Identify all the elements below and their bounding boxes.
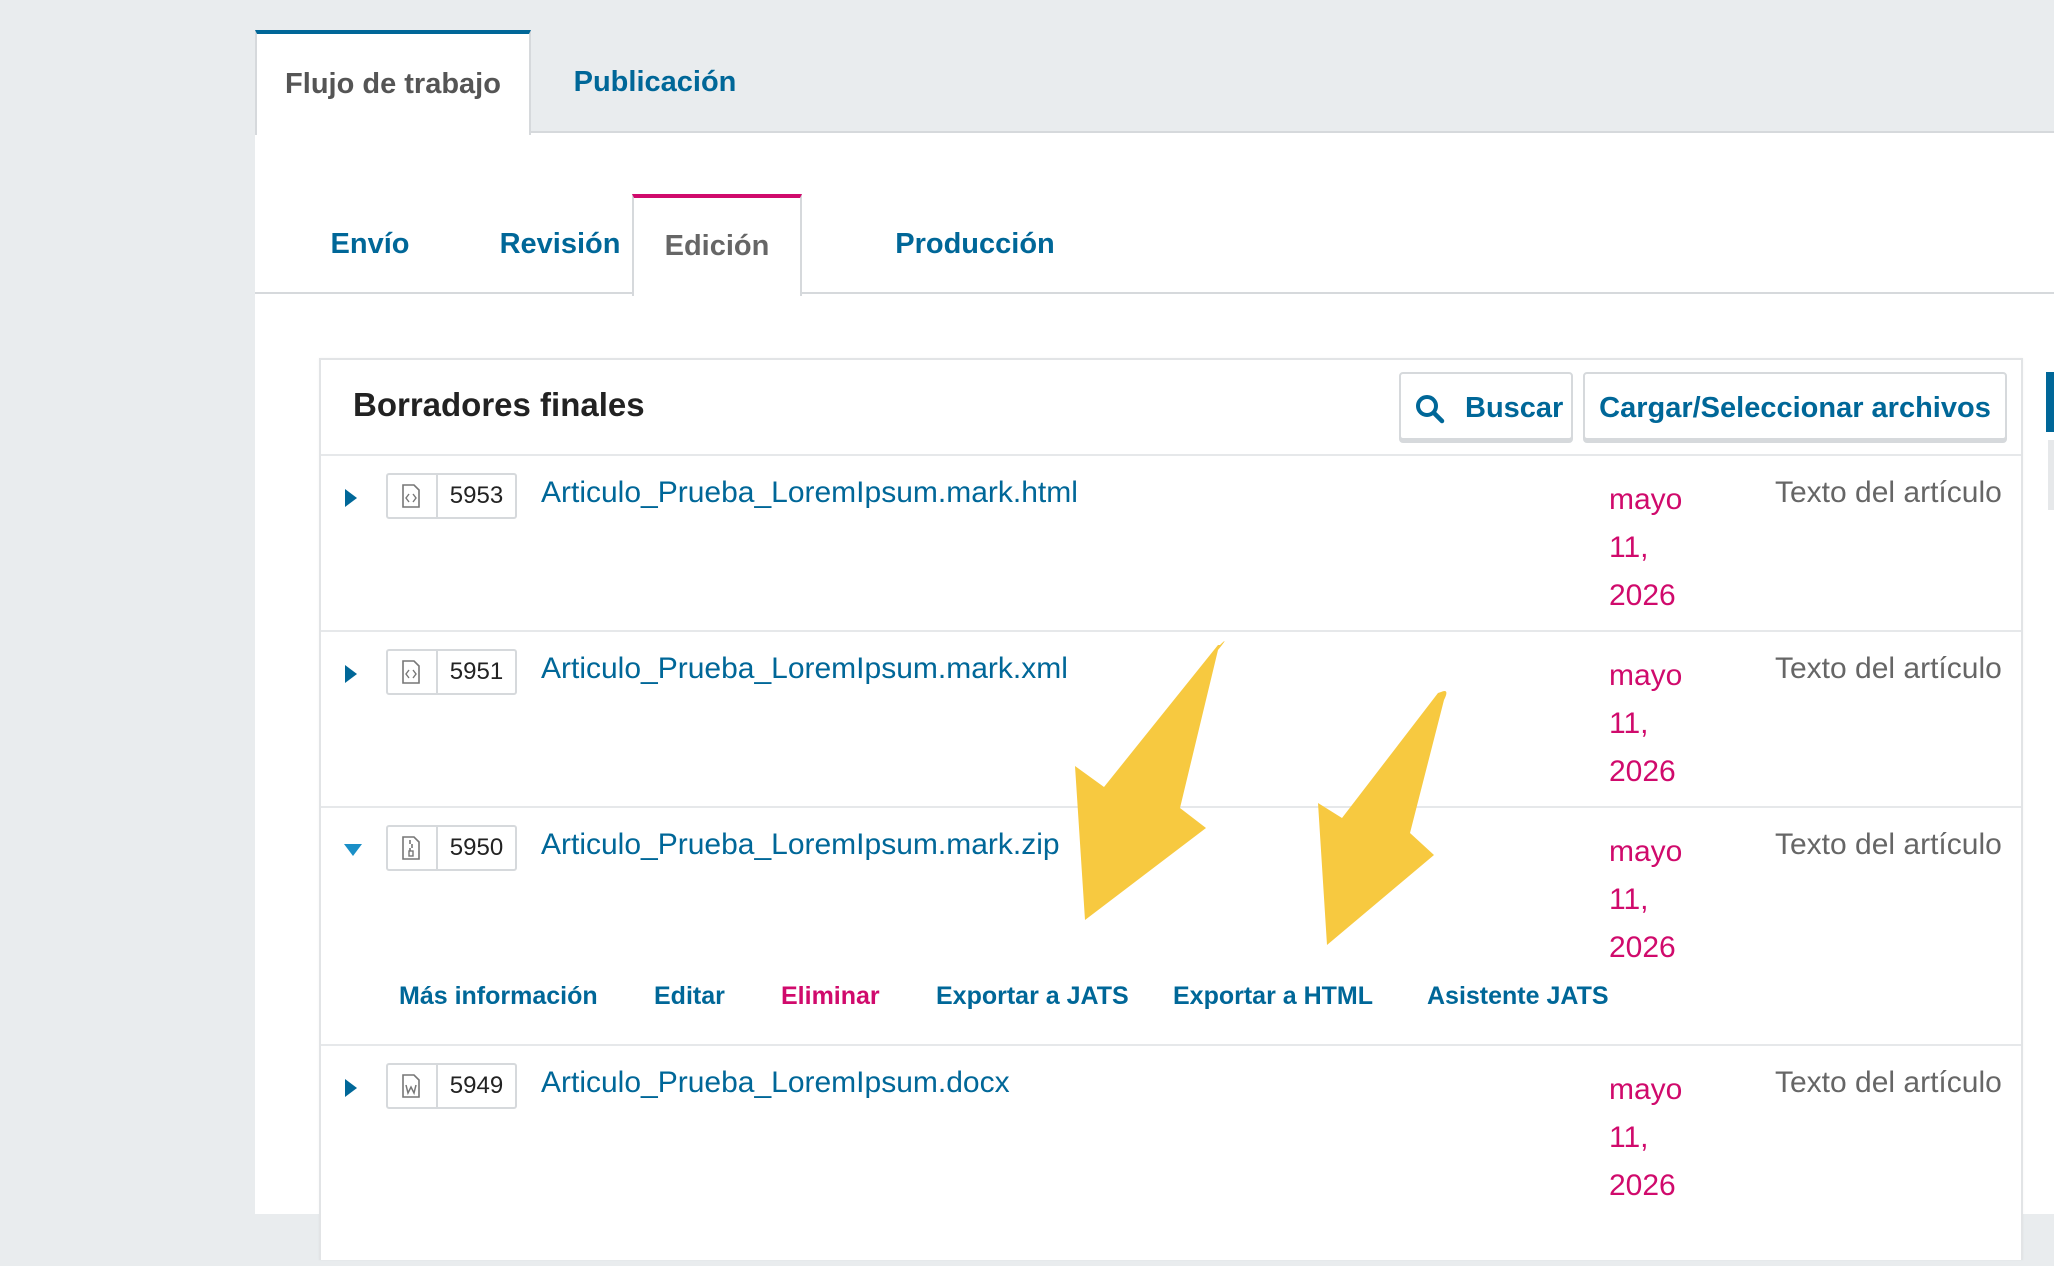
file-row-expanded: 5950 Articulo_Prueba_LoremIpsum.mark.zip… xyxy=(321,808,2021,1046)
upload-select-files-button[interactable]: Cargar/Seleccionar archivos xyxy=(1583,372,2007,440)
export-jats-link[interactable]: Exportar a JATS xyxy=(936,982,1129,1011)
file-type: Texto del artículo xyxy=(1775,652,2002,685)
file-type: Texto del artículo xyxy=(1775,1066,2002,1099)
code-file-icon xyxy=(388,651,438,693)
side-panel-edge xyxy=(2046,372,2054,432)
file-badge: 5951 xyxy=(386,649,517,695)
tab-workflow[interactable]: Flujo de trabajo xyxy=(255,30,531,135)
stage-tab-bar: Envío Revisión Edición Producción xyxy=(255,194,2054,296)
date-day: 11, xyxy=(1609,883,1649,916)
date-year: 2026 xyxy=(1609,579,1676,612)
file-name-link[interactable]: Articulo_Prueba_LoremIpsum.mark.zip xyxy=(541,828,1060,862)
file-date: mayo 11, 2026 xyxy=(1609,476,1719,620)
workflow-page: Flujo de trabajo Publicación Envío Revis… xyxy=(255,0,2054,1260)
file-id: 5950 xyxy=(449,834,504,861)
final-drafts-panel: Borradores finales Buscar Cargar/Selecci… xyxy=(319,358,2023,1260)
file-type: Texto del artículo xyxy=(1775,828,2002,861)
tab-copyediting[interactable]: Edición xyxy=(632,194,802,296)
file-id: 5949 xyxy=(449,1072,504,1099)
search-button-label: Buscar xyxy=(1465,392,1564,424)
tab-review[interactable]: Revisión xyxy=(460,196,660,292)
expand-triangle-icon[interactable] xyxy=(339,1076,363,1100)
panel-title: Borradores finales xyxy=(353,386,645,423)
expand-triangle-icon[interactable] xyxy=(339,486,363,510)
date-day: 11, xyxy=(1609,707,1649,740)
side-panel-edge-light xyxy=(2048,440,2054,510)
file-badge: 5953 xyxy=(386,473,517,519)
zip-file-icon xyxy=(388,827,438,869)
file-date: mayo 11, 2026 xyxy=(1609,828,1719,972)
row-actions: Más información Editar Eliminar Exportar… xyxy=(321,982,2021,1022)
date-year: 2026 xyxy=(1609,755,1676,788)
date-day: 11, xyxy=(1609,531,1649,564)
word-file-icon xyxy=(388,1065,438,1107)
file-badge: 5950 xyxy=(386,825,517,871)
search-button[interactable]: Buscar xyxy=(1399,372,1573,440)
collapse-triangle-icon[interactable] xyxy=(341,838,365,862)
date-month: mayo xyxy=(1609,483,1683,516)
code-file-icon xyxy=(388,475,438,517)
date-day: 11, xyxy=(1609,1121,1649,1154)
export-html-link[interactable]: Exportar a HTML xyxy=(1173,982,1373,1011)
file-badge: 5949 xyxy=(386,1063,517,1109)
tab-production[interactable]: Producción xyxy=(815,196,1135,292)
file-row: 5953 Articulo_Prueba_LoremIpsum.mark.htm… xyxy=(321,456,2021,632)
file-type: Texto del artículo xyxy=(1775,476,2002,509)
file-name-link[interactable]: Articulo_Prueba_LoremIpsum.mark.xml xyxy=(541,652,1068,686)
date-year: 2026 xyxy=(1609,931,1676,964)
file-name-link[interactable]: Articulo_Prueba_LoremIpsum.mark.html xyxy=(541,476,1078,510)
more-info-link[interactable]: Más información xyxy=(399,982,598,1011)
top-tab-bar: Flujo de trabajo Publicación xyxy=(255,0,2054,135)
jats-wizard-link[interactable]: Asistente JATS xyxy=(1427,982,1609,1011)
delete-link[interactable]: Eliminar xyxy=(781,982,880,1011)
file-id: 5953 xyxy=(449,482,504,509)
panel-header: Borradores finales Buscar Cargar/Selecci… xyxy=(321,360,2021,456)
search-icon xyxy=(1416,395,1445,424)
date-month: mayo xyxy=(1609,1073,1683,1106)
date-month: mayo xyxy=(1609,835,1683,868)
file-row: 5949 Articulo_Prueba_LoremIpsum.docx may… xyxy=(321,1046,2021,1266)
file-id: 5951 xyxy=(449,658,504,685)
file-row: 5951 Articulo_Prueba_LoremIpsum.mark.xml… xyxy=(321,632,2021,808)
date-month: mayo xyxy=(1609,659,1683,692)
date-year: 2026 xyxy=(1609,1169,1676,1202)
file-date: mayo 11, 2026 xyxy=(1609,652,1719,796)
tab-submission[interactable]: Envío xyxy=(295,196,445,292)
tab-publication[interactable]: Publicación xyxy=(540,32,770,133)
file-name-link[interactable]: Articulo_Prueba_LoremIpsum.docx xyxy=(541,1066,1010,1100)
file-date: mayo 11, 2026 xyxy=(1609,1066,1719,1210)
edit-link[interactable]: Editar xyxy=(654,982,725,1011)
expand-triangle-icon[interactable] xyxy=(339,662,363,686)
